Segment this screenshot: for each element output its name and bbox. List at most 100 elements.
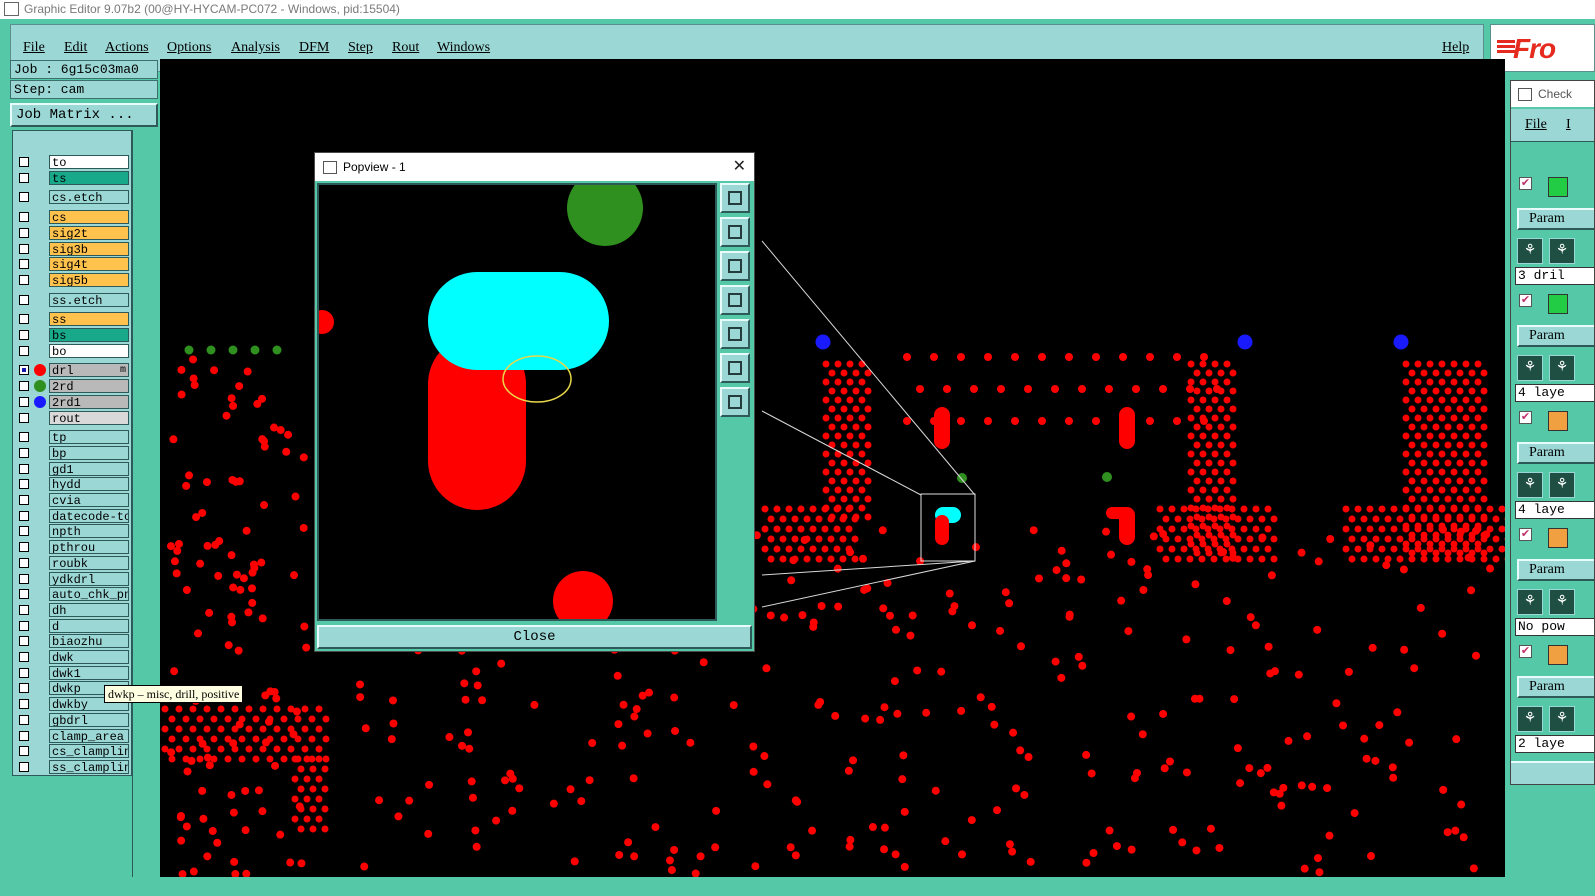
popview-close-icon[interactable]: ✕ (733, 153, 746, 181)
layer-checkbox[interactable] (19, 589, 29, 600)
check-params-button[interactable]: Param (1517, 208, 1594, 230)
layer-name[interactable]: npth (49, 524, 129, 539)
layer-name[interactable]: dwk1 (49, 665, 129, 680)
layer-row-drl[interactable]: drl m (15, 363, 130, 378)
layer-checkbox[interactable] (19, 227, 29, 238)
check-item-checkbox[interactable]: ✔ (1519, 294, 1532, 307)
run-check-icon[interactable]: ⚘ (1517, 589, 1543, 615)
layer-checkbox[interactable] (19, 683, 29, 694)
layer-name[interactable]: clamp_area (49, 728, 129, 743)
check-params-button[interactable]: Param (1517, 325, 1594, 347)
check-params-button[interactable]: Param (1517, 442, 1594, 464)
layer-name[interactable]: sig3b (49, 241, 129, 256)
layer-checkbox[interactable] (19, 652, 29, 662)
layer-row-bo[interactable]: bo (15, 343, 130, 358)
layer-checkbox[interactable] (19, 510, 29, 521)
run-check-icon[interactable]: ⚘ (1517, 472, 1543, 498)
layer-checkbox[interactable] (19, 746, 29, 757)
layer-row-2rd1[interactable]: 2rd1 (15, 394, 130, 409)
run-check-alt-icon[interactable]: ⚘ (1549, 706, 1575, 732)
layer-name[interactable]: sig2t (49, 225, 129, 240)
layer-row-tp[interactable]: tp (15, 430, 130, 445)
layer-name[interactable]: gd1 (49, 461, 129, 476)
layer-name[interactable]: bs (49, 328, 129, 342)
layer-row-2rd[interactable]: 2rd (15, 379, 130, 394)
pan-left-icon[interactable] (720, 285, 750, 315)
run-check-alt-icon[interactable]: ⚘ (1549, 355, 1575, 381)
layer-row-dwk[interactable]: dwk (15, 650, 130, 664)
layer-name[interactable]: ss (49, 312, 129, 327)
layer-row-roubk[interactable]: roubk (15, 555, 130, 570)
menu-actions[interactable]: Actions (105, 40, 149, 56)
layer-row-ss_clamplin[interactable]: ss_clamplin (15, 759, 130, 774)
check-params-button[interactable]: Param (1517, 676, 1594, 698)
layer-row-sig2t[interactable]: sig2t (15, 225, 130, 240)
popview-close-button[interactable]: Close (317, 625, 752, 649)
layer-name[interactable]: ts (49, 170, 129, 185)
run-check-alt-icon[interactable]: ⚘ (1549, 238, 1575, 264)
layer-row-ss.etch[interactable]: ss.etch (15, 292, 130, 307)
check-item-checkbox[interactable]: ✔ (1519, 411, 1532, 424)
layer-name[interactable]: ss.etch (49, 292, 129, 307)
menu-help[interactable]: Help (1442, 40, 1469, 56)
layer-name[interactable]: 2rd1 (49, 394, 129, 409)
layer-checkbox[interactable] (19, 172, 29, 183)
layer-name[interactable]: dh (49, 602, 129, 617)
layer-name[interactable]: datecode-to (49, 508, 129, 523)
layer-checkbox[interactable] (19, 192, 29, 203)
layer-row-auto_chk_pn[interactable]: auto_chk_pn (15, 587, 130, 602)
layer-checkbox[interactable] (19, 573, 29, 584)
layer-name[interactable]: dwk (49, 650, 129, 664)
layer-row-bs[interactable]: bs (15, 328, 130, 342)
check-status-icon[interactable] (1548, 411, 1568, 431)
checklist-menu-next[interactable]: I (1566, 117, 1571, 133)
layer-checkbox[interactable] (19, 381, 29, 392)
layer-name[interactable]: to (49, 155, 129, 169)
layer-row-ts[interactable]: ts (15, 170, 130, 185)
check-item-checkbox[interactable]: ✔ (1519, 645, 1532, 658)
pan-up-icon[interactable] (720, 217, 750, 247)
check-item-checkbox[interactable]: ✔ (1519, 528, 1532, 541)
layer-checkbox[interactable] (19, 432, 29, 443)
layer-name[interactable]: auto_chk_pn (49, 587, 129, 602)
layer-checkbox[interactable] (19, 330, 29, 340)
layer-checkbox[interactable] (19, 396, 29, 407)
layer-name[interactable]: cs.etch (49, 190, 129, 205)
layer-checkbox[interactable] (19, 345, 29, 356)
layer-name[interactable]: ss_clamplin (49, 759, 129, 774)
layer-row-sig5b[interactable]: sig5b (15, 272, 130, 287)
layer-checkbox[interactable] (19, 636, 29, 647)
check-params-button[interactable]: Param (1517, 559, 1594, 581)
menu-analysis[interactable]: Analysis (231, 40, 280, 56)
layer-name[interactable]: hydd (49, 477, 129, 492)
run-check-alt-icon[interactable]: ⚘ (1549, 472, 1575, 498)
layer-row-cs[interactable]: cs (15, 210, 130, 225)
layer-checkbox[interactable] (19, 274, 29, 285)
layer-row-clamp_area[interactable]: clamp_area (15, 728, 130, 743)
popview-zoom-view[interactable] (317, 183, 717, 621)
layer-checkbox[interactable] (19, 212, 29, 223)
layer-name[interactable]: 2rd (49, 379, 129, 394)
layer-name[interactable]: ydkdrl (49, 571, 129, 586)
layer-name[interactable]: rout (49, 410, 129, 425)
layer-row-cs_clamplin[interactable]: cs_clamplin (15, 744, 130, 759)
layer-row-biaozhu[interactable]: biaozhu (15, 634, 130, 649)
layer-name[interactable]: cvia (49, 493, 129, 507)
menu-options[interactable]: Options (167, 40, 211, 56)
pan-down-icon[interactable] (720, 251, 750, 281)
layer-checkbox[interactable] (19, 479, 29, 490)
layer-checkbox[interactable] (19, 557, 29, 568)
layer-checkbox[interactable] (19, 526, 29, 537)
zoom-in-icon[interactable] (720, 387, 750, 417)
layer-row-npth[interactable]: npth (15, 524, 130, 539)
layer-checkbox[interactable] (19, 294, 29, 305)
layer-checkbox[interactable] (19, 259, 29, 270)
layer-row-cvia[interactable]: cvia (15, 493, 130, 507)
layer-row-gd1[interactable]: gd1 (15, 461, 130, 476)
menu-windows[interactable]: Windows (437, 40, 490, 56)
run-check-alt-icon[interactable]: ⚘ (1549, 589, 1575, 615)
layer-row-dh[interactable]: dh (15, 602, 130, 617)
layer-list-scrollbar[interactable] (132, 130, 159, 877)
pan-right-icon[interactable] (720, 319, 750, 349)
layer-checkbox[interactable] (19, 714, 29, 725)
